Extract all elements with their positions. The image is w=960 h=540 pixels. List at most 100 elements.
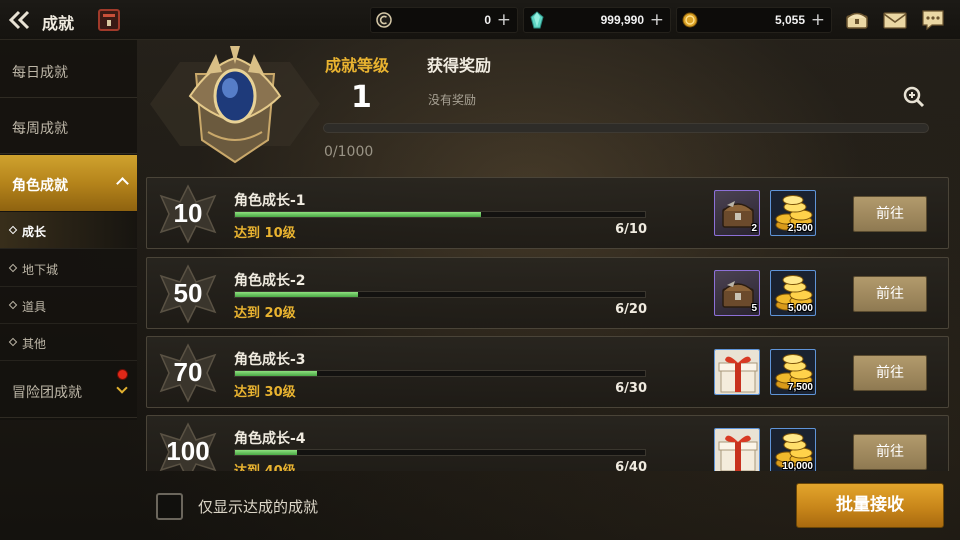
chevron-down-icon — [116, 382, 128, 394]
achievement-emblem-icon — [150, 44, 320, 169]
reward-slot[interactable]: 10,000 — [770, 428, 816, 471]
treasure-chest-icon[interactable] — [844, 8, 870, 32]
achievement-progress-bar — [234, 370, 646, 377]
reward-quantity: 5,000 — [787, 303, 813, 314]
currency-gem: 999,990 + — [523, 7, 671, 33]
currency-gold: 5,055 + — [676, 7, 832, 33]
achievement-points: 70 — [173, 357, 203, 387]
achievement-requirement: 达到 20级 — [234, 306, 296, 321]
show-completed-checkbox[interactable] — [156, 493, 183, 520]
achievement-row: 100 角色成长-4 达到 40级 6/40 10,00 — [146, 415, 949, 471]
achievement-count: 6/10 — [615, 222, 647, 237]
reward-slot[interactable]: 2 — [714, 190, 760, 236]
go-button[interactable]: 前往 — [853, 355, 927, 391]
achievement-name: 角色成长-1 — [234, 193, 306, 209]
notification-dot — [117, 369, 128, 380]
go-button[interactable]: 前往 — [853, 196, 927, 232]
sidebar-item-label: 角色成就 — [12, 178, 68, 194]
achievement-progress-bar — [234, 449, 646, 456]
sidebar-subitem-label: 成长 — [22, 225, 47, 239]
chat-icon[interactable] — [920, 8, 946, 32]
sidebar-subitem-growth[interactable]: 成长 — [0, 212, 137, 249]
sidebar-subitem-label: 其他 — [22, 337, 47, 351]
top-bar: 成就 0 + 999,990 + 5,055 + — [0, 0, 960, 40]
bottom-bar: 仅显示达成的成就 批量接收 — [0, 472, 960, 540]
achievement-count: 6/20 — [615, 302, 647, 317]
diamond-bullet-icon — [8, 300, 18, 310]
mail-icon[interactable] — [882, 8, 908, 32]
calendar-icon[interactable] — [98, 9, 120, 31]
go-button[interactable]: 前往 — [853, 276, 927, 312]
zoom-in-icon[interactable] — [903, 86, 925, 108]
reward-slot[interactable]: 7,500 — [770, 349, 816, 395]
achievement-requirement: 达到 40级 — [234, 460, 296, 471]
reward-quantity: 2,500 — [787, 223, 813, 234]
add-gold-button[interactable]: + — [811, 11, 825, 29]
achievement-points: 100 — [166, 436, 210, 466]
sidebar: 每日成就 每周成就 角色成就 成长 地下城 道具 其他 冒险团成就 — [0, 40, 137, 420]
currency-contract: 0 + — [370, 7, 518, 33]
chevron-up-icon — [116, 177, 129, 190]
sidebar-item-character[interactable]: 角色成就 — [0, 155, 137, 211]
show-completed-label: 仅显示达成的成就 — [198, 498, 319, 516]
sidebar-subitem-label: 地下城 — [22, 263, 59, 277]
reward-slot[interactable]: 2,500 — [770, 190, 816, 236]
achievement-progress-bar — [234, 211, 646, 218]
reward-quantity: 5 — [751, 303, 757, 314]
add-gem-button[interactable]: + — [650, 11, 664, 29]
achievement-list[interactable]: 10 角色成长-1 达到 10级 6/10 2 2,500 前往 50 角色成长… — [146, 177, 949, 471]
contract-coin-value: 0 — [484, 13, 491, 27]
gift-box-icon — [715, 350, 759, 394]
achievement-progress-fill — [235, 371, 317, 376]
gift-box-icon — [715, 429, 759, 471]
achievement-progress-fill — [235, 292, 358, 297]
achievement-count: 6/30 — [615, 381, 647, 396]
sidebar-item-weekly[interactable]: 每周成就 — [0, 98, 137, 154]
gold-coin-icon — [681, 11, 699, 29]
level-progress-bar — [323, 123, 929, 133]
achievement-row: 50 角色成长-2 达到 20级 6/20 5 5,000 前往 — [146, 257, 949, 329]
reward-quantity: 10,000 — [782, 461, 813, 471]
back-arrow-icon — [8, 10, 30, 30]
go-button[interactable]: 前往 — [853, 434, 927, 470]
achievement-level-title: 成就等级 — [325, 56, 390, 75]
sidebar-subitem-items[interactable]: 道具 — [0, 287, 137, 324]
achievement-name: 角色成长-4 — [234, 431, 306, 447]
gold-value: 5,055 — [774, 13, 805, 27]
achievement-requirement: 达到 30级 — [234, 385, 296, 400]
reward-quantity: 7,500 — [787, 382, 813, 393]
reward-slot[interactable] — [714, 428, 760, 471]
sidebar-subitem-label: 道具 — [22, 300, 47, 314]
achievement-progress-fill — [235, 212, 481, 217]
reward-value: 没有奖励 — [428, 93, 477, 107]
achievement-requirement: 达到 10级 — [234, 226, 296, 241]
add-contract-button[interactable]: + — [497, 11, 511, 29]
sidebar-subitem-other[interactable]: 其他 — [0, 324, 137, 361]
achievement-count: 6/40 — [615, 460, 647, 471]
reward-slot[interactable] — [714, 349, 760, 395]
achievement-name: 角色成长-3 — [234, 352, 306, 368]
sidebar-item-adventure-team[interactable]: 冒险团成就 — [0, 362, 137, 418]
achievement-progress-fill — [235, 450, 297, 455]
diamond-bullet-icon — [8, 225, 18, 235]
diamond-bullet-icon — [8, 337, 18, 347]
reward-slot[interactable]: 5,000 — [770, 270, 816, 316]
sidebar-item-daily[interactable]: 每日成就 — [0, 42, 137, 98]
reward-quantity: 2 — [751, 223, 757, 234]
sidebar-item-label: 每周成就 — [12, 121, 68, 137]
achievement-level-value: 1 — [351, 80, 372, 115]
reward-slot[interactable]: 5 — [714, 270, 760, 316]
sidebar-item-label: 冒险团成就 — [12, 385, 82, 401]
achievement-points: 10 — [173, 198, 203, 228]
sidebar-subitem-dungeon[interactable]: 地下城 — [0, 250, 137, 287]
achievement-progress-bar — [234, 291, 646, 298]
achievement-name: 角色成长-2 — [234, 273, 306, 289]
achievement-row: 70 角色成长-3 达到 30级 6/30 7,500 前往 — [146, 336, 949, 408]
sidebar-item-label: 每日成就 — [12, 65, 68, 81]
achievement-row: 10 角色成长-1 达到 10级 6/10 2 2,500 前往 — [146, 177, 949, 249]
page-title: 成就 — [42, 14, 75, 33]
back-button[interactable] — [6, 7, 34, 33]
level-progress-text: 0/1000 — [324, 144, 374, 160]
batch-receive-button[interactable]: 批量接收 — [796, 483, 944, 528]
contract-coin-icon — [375, 11, 393, 29]
